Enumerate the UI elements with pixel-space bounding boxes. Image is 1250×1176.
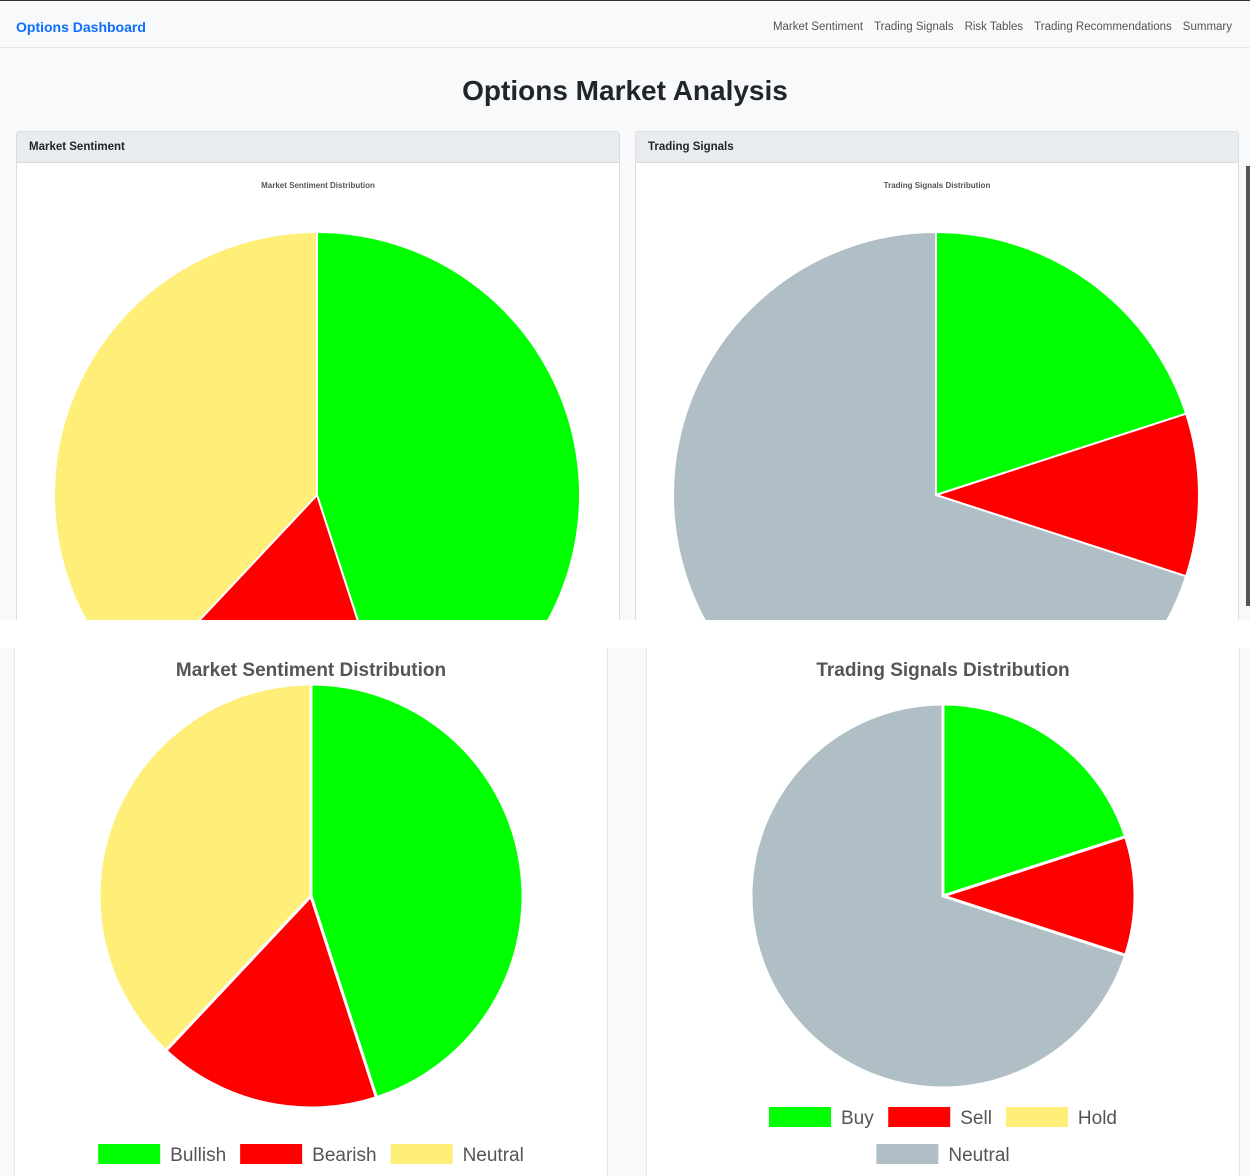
legend-swatch-buy[interactable] <box>768 1107 831 1127</box>
brand-link[interactable]: Options Dashboard <box>16 19 146 35</box>
legend-label-neutral[interactable]: Neutral <box>948 1145 1009 1166</box>
zoomed-charts: Market Sentiment Distribution Bullish Bea… <box>0 648 1250 1176</box>
legend-swatch-sell[interactable] <box>888 1107 951 1127</box>
legend-label-neutral[interactable]: Neutral <box>463 1145 524 1166</box>
card-header-market-sentiment: Market Sentiment <box>17 132 619 163</box>
nav-trading-signals[interactable]: Trading Signals <box>874 21 953 33</box>
signals-pie-chart-small <box>672 230 1200 621</box>
sentiment-chart-zoom: Market Sentiment Distribution Bullish Bea… <box>14 648 608 1176</box>
nav-links: Market Sentiment Trading Signals Risk Ta… <box>773 21 1232 33</box>
legend-label-buy[interactable]: Buy <box>841 1108 874 1129</box>
divider <box>0 620 1250 648</box>
legend-label-hold[interactable]: Hold <box>1078 1108 1117 1129</box>
nav-summary[interactable]: Summary <box>1183 21 1232 33</box>
sentiment-pie-chart: Bullish Bearish Neutral <box>97 682 525 1166</box>
nav-market-sentiment[interactable]: Market Sentiment <box>773 21 863 33</box>
dashboard-screenshot: Options Dashboard Market Sentiment Tradi… <box>0 0 1250 621</box>
sentiment-pie-chart-small <box>53 230 581 621</box>
legend-label-sell[interactable]: Sell <box>960 1108 992 1129</box>
legend-swatch-hold[interactable] <box>1005 1107 1068 1127</box>
pie-slice-bullish[interactable] <box>316 230 581 621</box>
legend-swatch-neutral[interactable] <box>876 1144 939 1164</box>
nav-risk-tables[interactable]: Risk Tables <box>965 21 1024 33</box>
legend-swatch-bullish[interactable] <box>98 1144 161 1164</box>
card-header-trading-signals: Trading Signals <box>636 132 1238 163</box>
signals-pie-chart: Buy Sell Hold Neutral <box>749 702 1137 1166</box>
market-sentiment-card: Market Sentiment Market Sentiment Distri… <box>16 131 620 621</box>
legend-label-bullish[interactable]: Bullish <box>170 1145 226 1166</box>
legend-swatch-bearish[interactable] <box>240 1144 303 1164</box>
trading-signals-card: Trading Signals Trading Signals Distribu… <box>635 131 1239 621</box>
legend-label-bearish[interactable]: Bearish <box>312 1145 376 1166</box>
chart-title-small: Trading Signals Distribution <box>883 181 991 190</box>
nav-trading-recommendations[interactable]: Trading Recommendations <box>1034 21 1172 33</box>
legend-swatch-neutral[interactable] <box>390 1144 453 1164</box>
scrollbar[interactable] <box>1246 166 1250 606</box>
navbar: Options Dashboard Market Sentiment Tradi… <box>0 1 1250 48</box>
page-title: Options Market Analysis <box>462 75 788 106</box>
chart-title-small: Market Sentiment Distribution <box>261 181 375 190</box>
signals-chart-zoom: Trading Signals Distribution Buy Sell Hold… <box>646 648 1240 1176</box>
